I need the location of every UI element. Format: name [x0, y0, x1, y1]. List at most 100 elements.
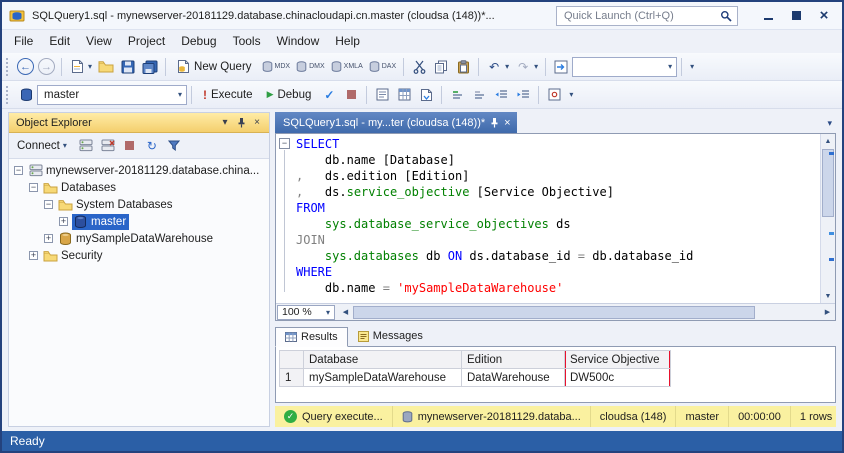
filter-icon[interactable]	[164, 136, 184, 156]
toolbar-grip[interactable]	[6, 86, 11, 104]
undo-icon[interactable]: ↶	[483, 56, 505, 78]
save-icon[interactable]	[117, 56, 139, 78]
menu-view[interactable]: View	[78, 30, 120, 53]
menu-tools[interactable]: Tools	[225, 30, 269, 53]
menu-window[interactable]: Window	[269, 30, 328, 53]
find-combo[interactable]: ▾	[572, 57, 677, 77]
refresh-icon[interactable]: ↻	[142, 136, 162, 156]
scrollbar-track[interactable]	[353, 305, 820, 320]
editor-horizontal-scrollbar[interactable]: ◀ ▶	[338, 304, 835, 321]
new-query-button[interactable]: New Query	[170, 56, 259, 78]
uncomment-icon[interactable]	[468, 84, 490, 106]
dax-query-icon[interactable]: DAX	[366, 61, 399, 73]
toolbar-overflow-icon[interactable]: ▾	[565, 90, 577, 99]
column-header-service-objective[interactable]: Service Objective	[565, 351, 671, 369]
parse-icon[interactable]: ✓	[318, 84, 340, 106]
grid-cell-dw500c[interactable]: DW500c	[565, 369, 671, 387]
maximize-button[interactable]	[782, 5, 810, 27]
collapse-icon[interactable]: −	[29, 183, 38, 192]
expand-icon[interactable]: +	[59, 217, 68, 226]
expand-icon[interactable]: +	[44, 234, 53, 243]
collapse-icon[interactable]: −	[44, 200, 53, 209]
active-files-dropdown-icon[interactable]: ▾	[823, 118, 836, 133]
menu-debug[interactable]: Debug	[173, 30, 224, 53]
cut-icon[interactable]	[408, 56, 430, 78]
close-tab-icon[interactable]: ×	[504, 117, 510, 129]
xmla-query-icon[interactable]: XMLA	[328, 61, 366, 73]
navigate-forward-icon[interactable]: →	[38, 58, 55, 75]
window-position-icon[interactable]: ▾	[217, 115, 233, 131]
code-area[interactable]: SELECT db.name [Database], ds.edition [E…	[292, 134, 820, 303]
pin-tab-icon[interactable]	[490, 117, 499, 128]
object-explorer-header[interactable]: Object Explorer ▾ ×	[9, 113, 269, 133]
expand-icon[interactable]: +	[29, 251, 38, 260]
new-file-icon[interactable]	[66, 56, 88, 78]
open-file-icon[interactable]	[95, 56, 117, 78]
scrollbar-track[interactable]	[821, 148, 835, 289]
dmx-query-icon[interactable]: DMX	[293, 61, 328, 73]
collapse-icon[interactable]: −	[14, 166, 23, 175]
toolbar-grip[interactable]	[6, 58, 11, 76]
toolbar-overflow-icon[interactable]: ▾	[686, 62, 698, 71]
editor-vertical-scrollbar[interactable]: ▲ ▼	[820, 134, 835, 303]
menu-help[interactable]: Help	[327, 30, 368, 53]
connect-button[interactable]: Connect ▾	[13, 136, 74, 156]
execute-button[interactable]: ! Execute	[196, 84, 260, 106]
tree-item-system-databases[interactable]: −System Databases	[9, 196, 269, 213]
scrollbar-thumb[interactable]	[822, 149, 834, 217]
minimize-button[interactable]	[754, 5, 782, 27]
results-to-file-icon[interactable]	[415, 84, 437, 106]
grid-cell-mysampledatawarehouse[interactable]: mySampleDataWarehouse	[304, 369, 462, 387]
zoom-selector[interactable]: 100 % ▾	[277, 305, 335, 320]
cancel-query-icon[interactable]	[340, 84, 362, 106]
tab-messages[interactable]: Messages	[348, 326, 433, 346]
tab-results[interactable]: Results	[275, 327, 348, 347]
debug-button[interactable]: ▶ Debug	[260, 84, 319, 106]
scroll-left-icon[interactable]: ◀	[338, 308, 353, 316]
quick-launch-box[interactable]: Quick Launch (Ctrl+Q)	[556, 6, 738, 26]
collapse-region-icon[interactable]: −	[279, 138, 290, 149]
results-to-text-icon[interactable]	[371, 84, 393, 106]
document-tab[interactable]: SQLQuery1.sql - my...ter (cloudsa (148))…	[275, 112, 517, 133]
new-file-dropdown-icon[interactable]: ▾	[88, 62, 95, 71]
results-to-grid-icon[interactable]	[393, 84, 415, 106]
column-header-database[interactable]: Database	[304, 351, 462, 369]
grid-cell-datawarehouse[interactable]: DataWarehouse	[462, 369, 565, 387]
scroll-up-icon[interactable]: ▲	[821, 134, 835, 148]
tree-item-mysampledatawarehouse[interactable]: +mySampleDataWarehouse	[9, 230, 269, 247]
stop-icon[interactable]	[120, 136, 140, 156]
tree-item-security[interactable]: +Security	[9, 247, 269, 264]
close-panel-icon[interactable]: ×	[249, 115, 265, 131]
copy-icon[interactable]	[430, 56, 452, 78]
redo-dropdown-icon[interactable]: ▾	[534, 62, 541, 71]
paste-icon[interactable]	[452, 56, 474, 78]
save-all-icon[interactable]	[139, 56, 161, 78]
menu-project[interactable]: Project	[120, 30, 173, 53]
row-header[interactable]: 1	[280, 369, 304, 387]
connect-server-icon[interactable]	[76, 136, 96, 156]
comment-icon[interactable]	[446, 84, 468, 106]
undo-dropdown-icon[interactable]: ▾	[505, 62, 512, 71]
mdx-query-icon[interactable]: MDX	[259, 61, 294, 73]
close-button[interactable]: ×	[810, 5, 838, 27]
navigate-back-icon[interactable]: ←	[17, 58, 34, 75]
disconnect-server-icon[interactable]	[98, 136, 118, 156]
decrease-indent-icon[interactable]	[490, 84, 512, 106]
scroll-right-icon[interactable]: ▶	[820, 308, 835, 316]
menu-edit[interactable]: Edit	[41, 30, 78, 53]
navigate-to-icon[interactable]	[550, 56, 572, 78]
tree-item-mynewserver-20181129-database-china[interactable]: −mynewserver-20181129.database.china...	[9, 162, 269, 179]
query-options-icon[interactable]	[543, 84, 565, 106]
tree-item-databases[interactable]: −Databases	[9, 179, 269, 196]
sql-editor[interactable]: − SELECT db.name [Database], ds.edition …	[276, 134, 835, 303]
scrollbar-thumb[interactable]	[353, 306, 755, 319]
pin-icon[interactable]	[233, 115, 249, 131]
increase-indent-icon[interactable]	[512, 84, 534, 106]
column-header-edition[interactable]: Edition	[462, 351, 565, 369]
available-databases-combo[interactable]: master ▾	[37, 85, 187, 105]
scroll-down-icon[interactable]: ▼	[821, 289, 835, 303]
redo-icon[interactable]: ↷	[512, 56, 534, 78]
connect-database-icon[interactable]	[15, 84, 37, 106]
menu-file[interactable]: File	[6, 30, 41, 53]
tree-item-master[interactable]: +master	[9, 213, 269, 230]
